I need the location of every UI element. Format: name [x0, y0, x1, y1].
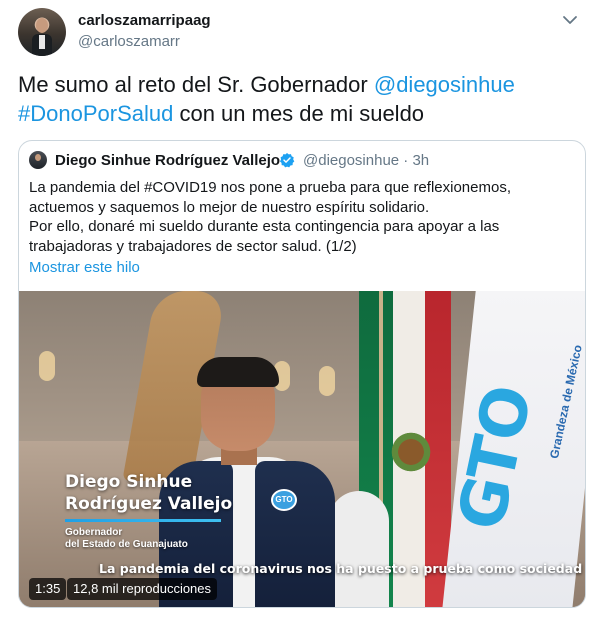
lower-third-role-1: Gobernador — [65, 527, 123, 538]
chevron-down-icon[interactable] — [560, 10, 580, 30]
user-handle[interactable]: @carloszamarr — [78, 33, 180, 50]
lower-third-accent — [65, 519, 221, 522]
verified-badge-icon — [279, 153, 295, 168]
quoted-body: La pandemia del #COVID19 nos pone a prue… — [29, 178, 577, 256]
lower-third-name-1: Diego Sinhue — [65, 472, 193, 492]
lower-third-role-2: del Estado de Guanajuato — [65, 539, 188, 550]
quoted-meta: @diegosinhue · 3h — [303, 152, 430, 169]
mention-link[interactable]: @diegosinhue — [374, 72, 515, 97]
tweet-text: Me sumo al reto del Sr. Gobernador @dieg… — [18, 70, 578, 128]
tweet-header: carloszamarripaag @carloszamarr — [18, 8, 588, 56]
video-duration: 1:35 — [29, 578, 67, 600]
user-avatar[interactable] — [18, 8, 66, 56]
quoted-avatar — [29, 151, 47, 169]
user-display-name[interactable]: carloszamarripaag — [78, 12, 211, 29]
video-views: 12,8 mil reproducciones — [67, 578, 218, 600]
quoted-tweet[interactable]: Diego Sinhue Rodríguez Vallejo @diegosin… — [18, 140, 586, 608]
video-player[interactable]: GTO Grandeza de México GTO Diego Sinhue … — [19, 291, 585, 607]
video-lower-third: Diego Sinhue Rodríguez Vallejo Gobernado… — [65, 471, 265, 551]
show-thread-link[interactable]: Mostrar este hilo — [29, 259, 140, 276]
tweet-text-part: Me sumo al reto del Sr. Gobernador — [18, 72, 374, 97]
quoted-author-name: Diego Sinhue Rodríguez Vallejo — [55, 152, 281, 169]
lower-third-name-2: Rodríguez Vallejo — [65, 494, 233, 514]
tweet-text-part: con un mes de mi sueldo — [173, 101, 425, 126]
quoted-body-text: La pandemia del #COVID19 nos pone a prue… — [29, 179, 511, 255]
video-subtitle: La pandemia del coronavirus nos ha puest… — [99, 561, 583, 576]
quoted-tweet-header: Diego Sinhue Rodríguez Vallejo @diegosin… — [29, 150, 569, 170]
hashtag-link[interactable]: #DonoPorSalud — [18, 101, 173, 126]
vest-badge: GTO — [271, 489, 297, 511]
